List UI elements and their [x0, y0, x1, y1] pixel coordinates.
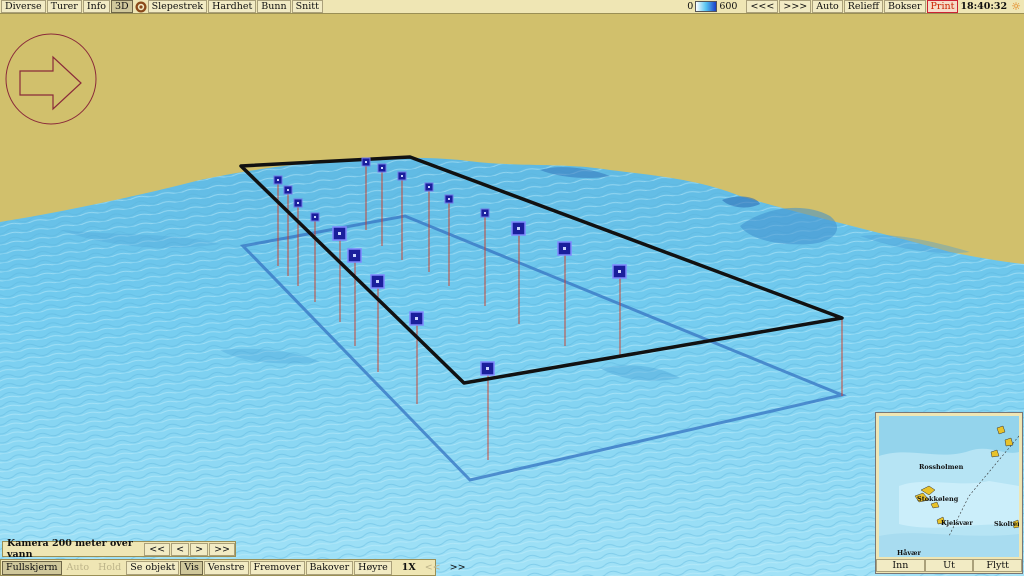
minimap-chart [879, 416, 1019, 557]
menu-bunn[interactable]: Bunn [257, 0, 291, 13]
next-button[interactable]: >>> [779, 0, 812, 13]
camera-back-button[interactable]: < [171, 542, 190, 556]
turn-right-button[interactable]: Høyre [354, 560, 392, 575]
depth-scale-max: 600 [719, 1, 738, 12]
previous-button[interactable]: <<< [746, 0, 779, 13]
menu-snitt[interactable]: Snitt [291, 0, 323, 13]
zoom-out-button[interactable]: Ut [924, 559, 974, 572]
menu-turer[interactable]: Turer [46, 0, 82, 13]
zoom-in-button[interactable]: Inn [876, 559, 925, 572]
hold-button[interactable]: Hold [94, 561, 125, 575]
minimap-view[interactable]: Rossholmen Stokkøleng Kjelsvær Skolten H… [879, 416, 1019, 557]
print-button[interactable]: Print [926, 0, 959, 13]
menu-3d[interactable]: 3D [110, 0, 133, 13]
place-rossholmen: Rossholmen [919, 463, 964, 471]
compass-rose-icon[interactable] [5, 33, 97, 125]
speed-up-button[interactable]: >> [446, 561, 470, 575]
move-forward-button[interactable]: Fremover [249, 560, 305, 575]
arrow-right-icon [19, 55, 82, 111]
auto-button[interactable]: Auto [812, 0, 843, 13]
speed-down-button[interactable]: << [421, 561, 445, 575]
target-icon[interactable] [135, 1, 147, 13]
boxes-button[interactable]: Bokser [884, 0, 926, 13]
sun-icon[interactable]: ☼ [1011, 0, 1021, 13]
menu-hardhet[interactable]: Hardhet [208, 0, 257, 13]
clock: 18:40:32 [960, 1, 1008, 12]
top-toolbar: Diverse Turer Info 3D Slepestrek Hardhet… [0, 0, 1024, 14]
place-kjelsvaer: Kjelsvær [941, 519, 973, 527]
speed-label: 1X [401, 561, 416, 573]
relief-button[interactable]: Relieff [843, 0, 884, 13]
camera-panel: Kamera 200 meter over vann << < > >> [2, 538, 236, 560]
depth-gradient [695, 1, 718, 12]
turn-left-button[interactable]: Venstre [203, 560, 249, 575]
minimap-controls: Inn Ut Flytt [876, 559, 1023, 572]
menu-info[interactable]: Info [82, 0, 110, 13]
place-skolten: Skolten [994, 520, 1019, 528]
depth-scale-min: 0 [687, 1, 694, 12]
menu-slepestrek[interactable]: Slepestrek [147, 0, 208, 13]
3d-seabed-view[interactable] [0, 0, 1024, 576]
place-havaer: Håvær [897, 549, 921, 557]
see-object-button[interactable]: Se objekt [126, 560, 180, 575]
move-map-button[interactable]: Flytt [973, 559, 1023, 572]
menu-diverse[interactable]: Diverse [1, 0, 46, 13]
camera-fast-forward-button[interactable]: >> [209, 542, 235, 556]
auto-mode-button[interactable]: Auto [63, 561, 94, 575]
camera-forward-button[interactable]: > [190, 542, 209, 556]
camera-label: Kamera 200 meter over vann [7, 538, 133, 560]
move-backward-button[interactable]: Bakover [305, 560, 354, 575]
navigation-bar: Fullskjerm Auto Hold Se objekt Vis Venst… [0, 559, 466, 576]
place-stokkoleng: Stokkøleng [917, 495, 959, 503]
overview-minimap: Rossholmen Stokkøleng Kjelsvær Skolten H… [875, 412, 1023, 574]
depth-scale: 0 600 [687, 1, 737, 12]
camera-fast-back-button[interactable]: << [144, 542, 171, 556]
show-button[interactable]: Vis [180, 560, 203, 575]
fullscreen-button[interactable]: Fullskjerm [2, 560, 62, 575]
